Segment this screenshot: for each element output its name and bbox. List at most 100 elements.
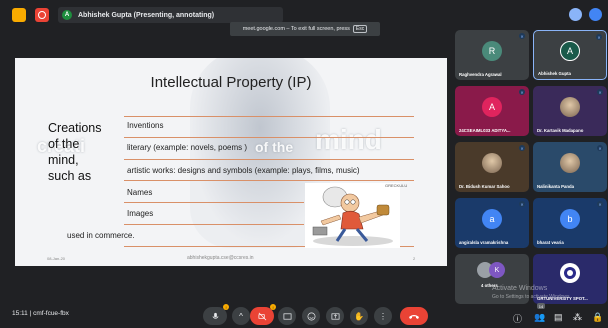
present-button[interactable] <box>326 307 344 325</box>
hang-up-icon <box>409 315 419 319</box>
more-options-button[interactable]: ⋮ <box>374 307 392 325</box>
pen-icon[interactable] <box>589 8 602 21</box>
creations-line: of the <box>48 137 80 151</box>
host-controls-icon[interactable]: 🔒 <box>592 312 603 323</box>
activate-windows-watermark: Activate Windows Go to Settings to activ… <box>492 285 571 301</box>
presenting-chip[interactable]: A Abhishek Gupta (Presenting, annotating… <box>58 7 283 23</box>
presentation-slide: Intellectual Property (IP) creati of the… <box>15 58 447 266</box>
raise-hand-button[interactable]: ✋ <box>350 307 368 325</box>
participant-avatar: A <box>482 97 502 117</box>
fullscreen-notice: meet.google.com – To exit full screen, p… <box>230 22 380 36</box>
ghost-word: of the <box>255 139 294 155</box>
mic-icon <box>212 312 218 319</box>
mic-off-icon: ✕ <box>519 89 525 95</box>
chevron-up-icon: ^ <box>239 311 243 321</box>
hand-icon: ✋ <box>354 311 364 321</box>
ip-item: artistic works: designs and symbols (exa… <box>127 166 360 175</box>
participant-name: Nalinikanta Panda <box>537 184 575 189</box>
watermark-subtitle: Go to Settings to activate Windows. <box>492 294 571 300</box>
participant-photo <box>482 153 502 173</box>
camera-off-button[interactable]: ! <box>250 304 276 325</box>
mic-off-icon: ✕ <box>519 33 525 39</box>
camera-off-icon <box>258 312 266 320</box>
participant-name: Dr. Bidush Kumar Sahoo <box>459 184 510 189</box>
presenter-avatar: A <box>62 10 72 20</box>
notification-dot: ! <box>270 304 276 310</box>
divider <box>124 224 304 225</box>
leave-call-button[interactable] <box>400 307 428 325</box>
app-icon[interactable] <box>12 8 26 22</box>
people-icon[interactable]: 👥 <box>534 312 545 323</box>
inventor-cartoon <box>305 183 400 248</box>
participant-name: Dr. Kartavik Madapano <box>537 128 584 133</box>
info-icon[interactable]: ⓘ <box>513 312 522 325</box>
esc-key: Esc <box>352 25 368 33</box>
activities-icon[interactable]: ⁂ <box>573 312 582 323</box>
bottom-bar: 15:11 | cmf-fcue-fbx ! ^ ! ✋ ⋮ ⓘ 👥 ▤ ⁂ 🔒 <box>0 302 608 328</box>
divider <box>124 116 414 117</box>
participant-avatar: b <box>560 209 580 229</box>
participant-tile-active[interactable]: A ✕ Abhishek Gupta <box>533 30 607 80</box>
meet-screen: A Abhishek Gupta (Presenting, annotating… <box>0 0 608 328</box>
participant-tile[interactable]: b ✕ bharat vearia <box>533 198 607 248</box>
participant-photo <box>560 153 580 173</box>
participant-tile[interactable]: ✕ Dr. Bidush Kumar Sahoo <box>455 142 529 192</box>
mic-button[interactable]: ! <box>203 304 229 325</box>
slide-title: Intellectual Property (IP) <box>150 74 312 91</box>
meeting-separator: | <box>29 310 32 317</box>
mic-off-icon: ✕ <box>519 201 525 207</box>
captions-icon <box>283 312 291 320</box>
divider <box>124 159 414 160</box>
participant-tile[interactable]: ✕ Dr. Kartavik Madapano <box>533 86 607 136</box>
participant-avatar: A <box>560 41 580 62</box>
participant-name: 24CSEAIML033 ADITYA... <box>459 128 511 133</box>
participant-tile[interactable]: ✕ Nalinikanta Panda <box>533 142 607 192</box>
participant-tile[interactable]: R ✕ Raghvendra Agrawal <box>455 30 529 80</box>
recording-icon[interactable] <box>35 8 49 22</box>
divider <box>124 180 414 181</box>
creations-line: Creations <box>48 121 102 135</box>
emoji-button[interactable] <box>302 307 320 325</box>
meeting-info: 15:11 | cmf-fcue-fbx <box>12 310 69 317</box>
creations-line: mind, <box>48 153 79 167</box>
participant-tile[interactable]: a ✕ angiralsla vramakrishna <box>455 198 529 248</box>
participant-photo <box>560 97 580 117</box>
captions-button[interactable] <box>278 307 296 325</box>
university-logo-icon <box>560 263 580 283</box>
divider <box>124 202 304 203</box>
ip-item: Inventions <box>127 121 164 130</box>
slide-number: 2 <box>413 256 416 261</box>
more-vert-icon: ⋮ <box>379 311 387 321</box>
participant-name: angiralsla vramakrishna <box>459 240 509 245</box>
watermark-title: Activate Windows <box>492 285 548 292</box>
meeting-time: 15:11 <box>12 310 28 317</box>
mic-off-icon: ✕ <box>596 34 602 40</box>
chat-icon[interactable]: ▤ <box>554 312 563 323</box>
participant-tile[interactable]: A ✕ 24CSEAIML033 ADITYA... <box>455 86 529 136</box>
creations-text: Creations of the mind, such as <box>48 120 128 184</box>
present-icon <box>331 312 339 320</box>
mic-options-button[interactable]: ^ <box>232 307 250 325</box>
divider <box>124 137 414 138</box>
presenting-label: Abhishek Gupta (Presenting, annotating) <box>78 11 215 19</box>
cartoon-credit: GRECKULU <box>385 183 408 188</box>
fullscreen-notice-text: meet.google.com – To exit full screen, p… <box>242 26 350 32</box>
others-avatar: K <box>489 262 505 278</box>
creations-line: such as <box>48 169 92 183</box>
ip-item: literary (example: novels, poems ) <box>127 143 248 152</box>
participant-name: bharat vearia <box>537 240 564 245</box>
slide-email: abhishekgupta.cse@ccsres.in <box>187 255 254 261</box>
participant-name: Abhishek Gupta <box>538 71 571 76</box>
mic-off-icon: ✕ <box>519 145 525 151</box>
emoji-icon <box>307 312 315 320</box>
ghost-word: mind <box>315 124 382 155</box>
participant-avatar: R <box>482 41 502 61</box>
notification-dot: ! <box>223 304 229 310</box>
slide-date: 08-Jan-20 <box>47 256 66 261</box>
people-count-badge: 14 <box>537 303 545 309</box>
annotate-icon[interactable] <box>569 8 582 21</box>
ip-item: Images <box>127 209 154 218</box>
meeting-code: cmf-fcue-fbx <box>33 310 69 317</box>
participant-name: Raghvendra Agrawal <box>459 72 502 77</box>
participant-avatar: a <box>482 209 502 229</box>
